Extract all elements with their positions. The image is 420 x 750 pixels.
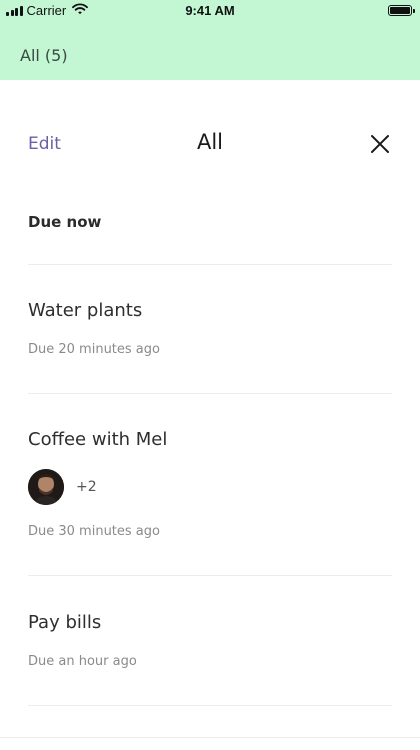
divider [28, 264, 392, 265]
divider [28, 575, 392, 576]
attendees[interactable]: +2 [28, 469, 97, 505]
sheet-title: All [196, 130, 224, 154]
task-title[interactable]: Coffee with Mel [28, 429, 167, 450]
top-strip: All (5) [0, 22, 420, 80]
task-due: Due an hour ago [28, 654, 137, 669]
sheet-header: Edit All [0, 120, 420, 170]
battery-icon [388, 5, 415, 16]
task-sheet: Edit All Due now Water plants Due 20 min… [0, 80, 420, 750]
divider [0, 737, 420, 738]
divider [28, 705, 392, 706]
task-title[interactable]: Pay bills [28, 612, 101, 633]
avatar[interactable] [28, 469, 64, 505]
section-title-due-now: Due now [28, 213, 102, 231]
battery-fill [390, 7, 410, 14]
attendees-more-count: +2 [76, 479, 97, 495]
task-title[interactable]: Water plants [28, 300, 142, 321]
status-time: 9:41 AM [185, 3, 235, 18]
divider [28, 393, 392, 394]
task-due: Due 30 minutes ago [28, 524, 160, 539]
status-bar: Carrier 9:41 AM [0, 0, 420, 22]
top-strip-label[interactable]: All (5) [20, 46, 68, 65]
close-icon[interactable] [370, 134, 390, 154]
task-due: Due 20 minutes ago [28, 342, 160, 357]
edit-button[interactable]: Edit [28, 134, 61, 154]
